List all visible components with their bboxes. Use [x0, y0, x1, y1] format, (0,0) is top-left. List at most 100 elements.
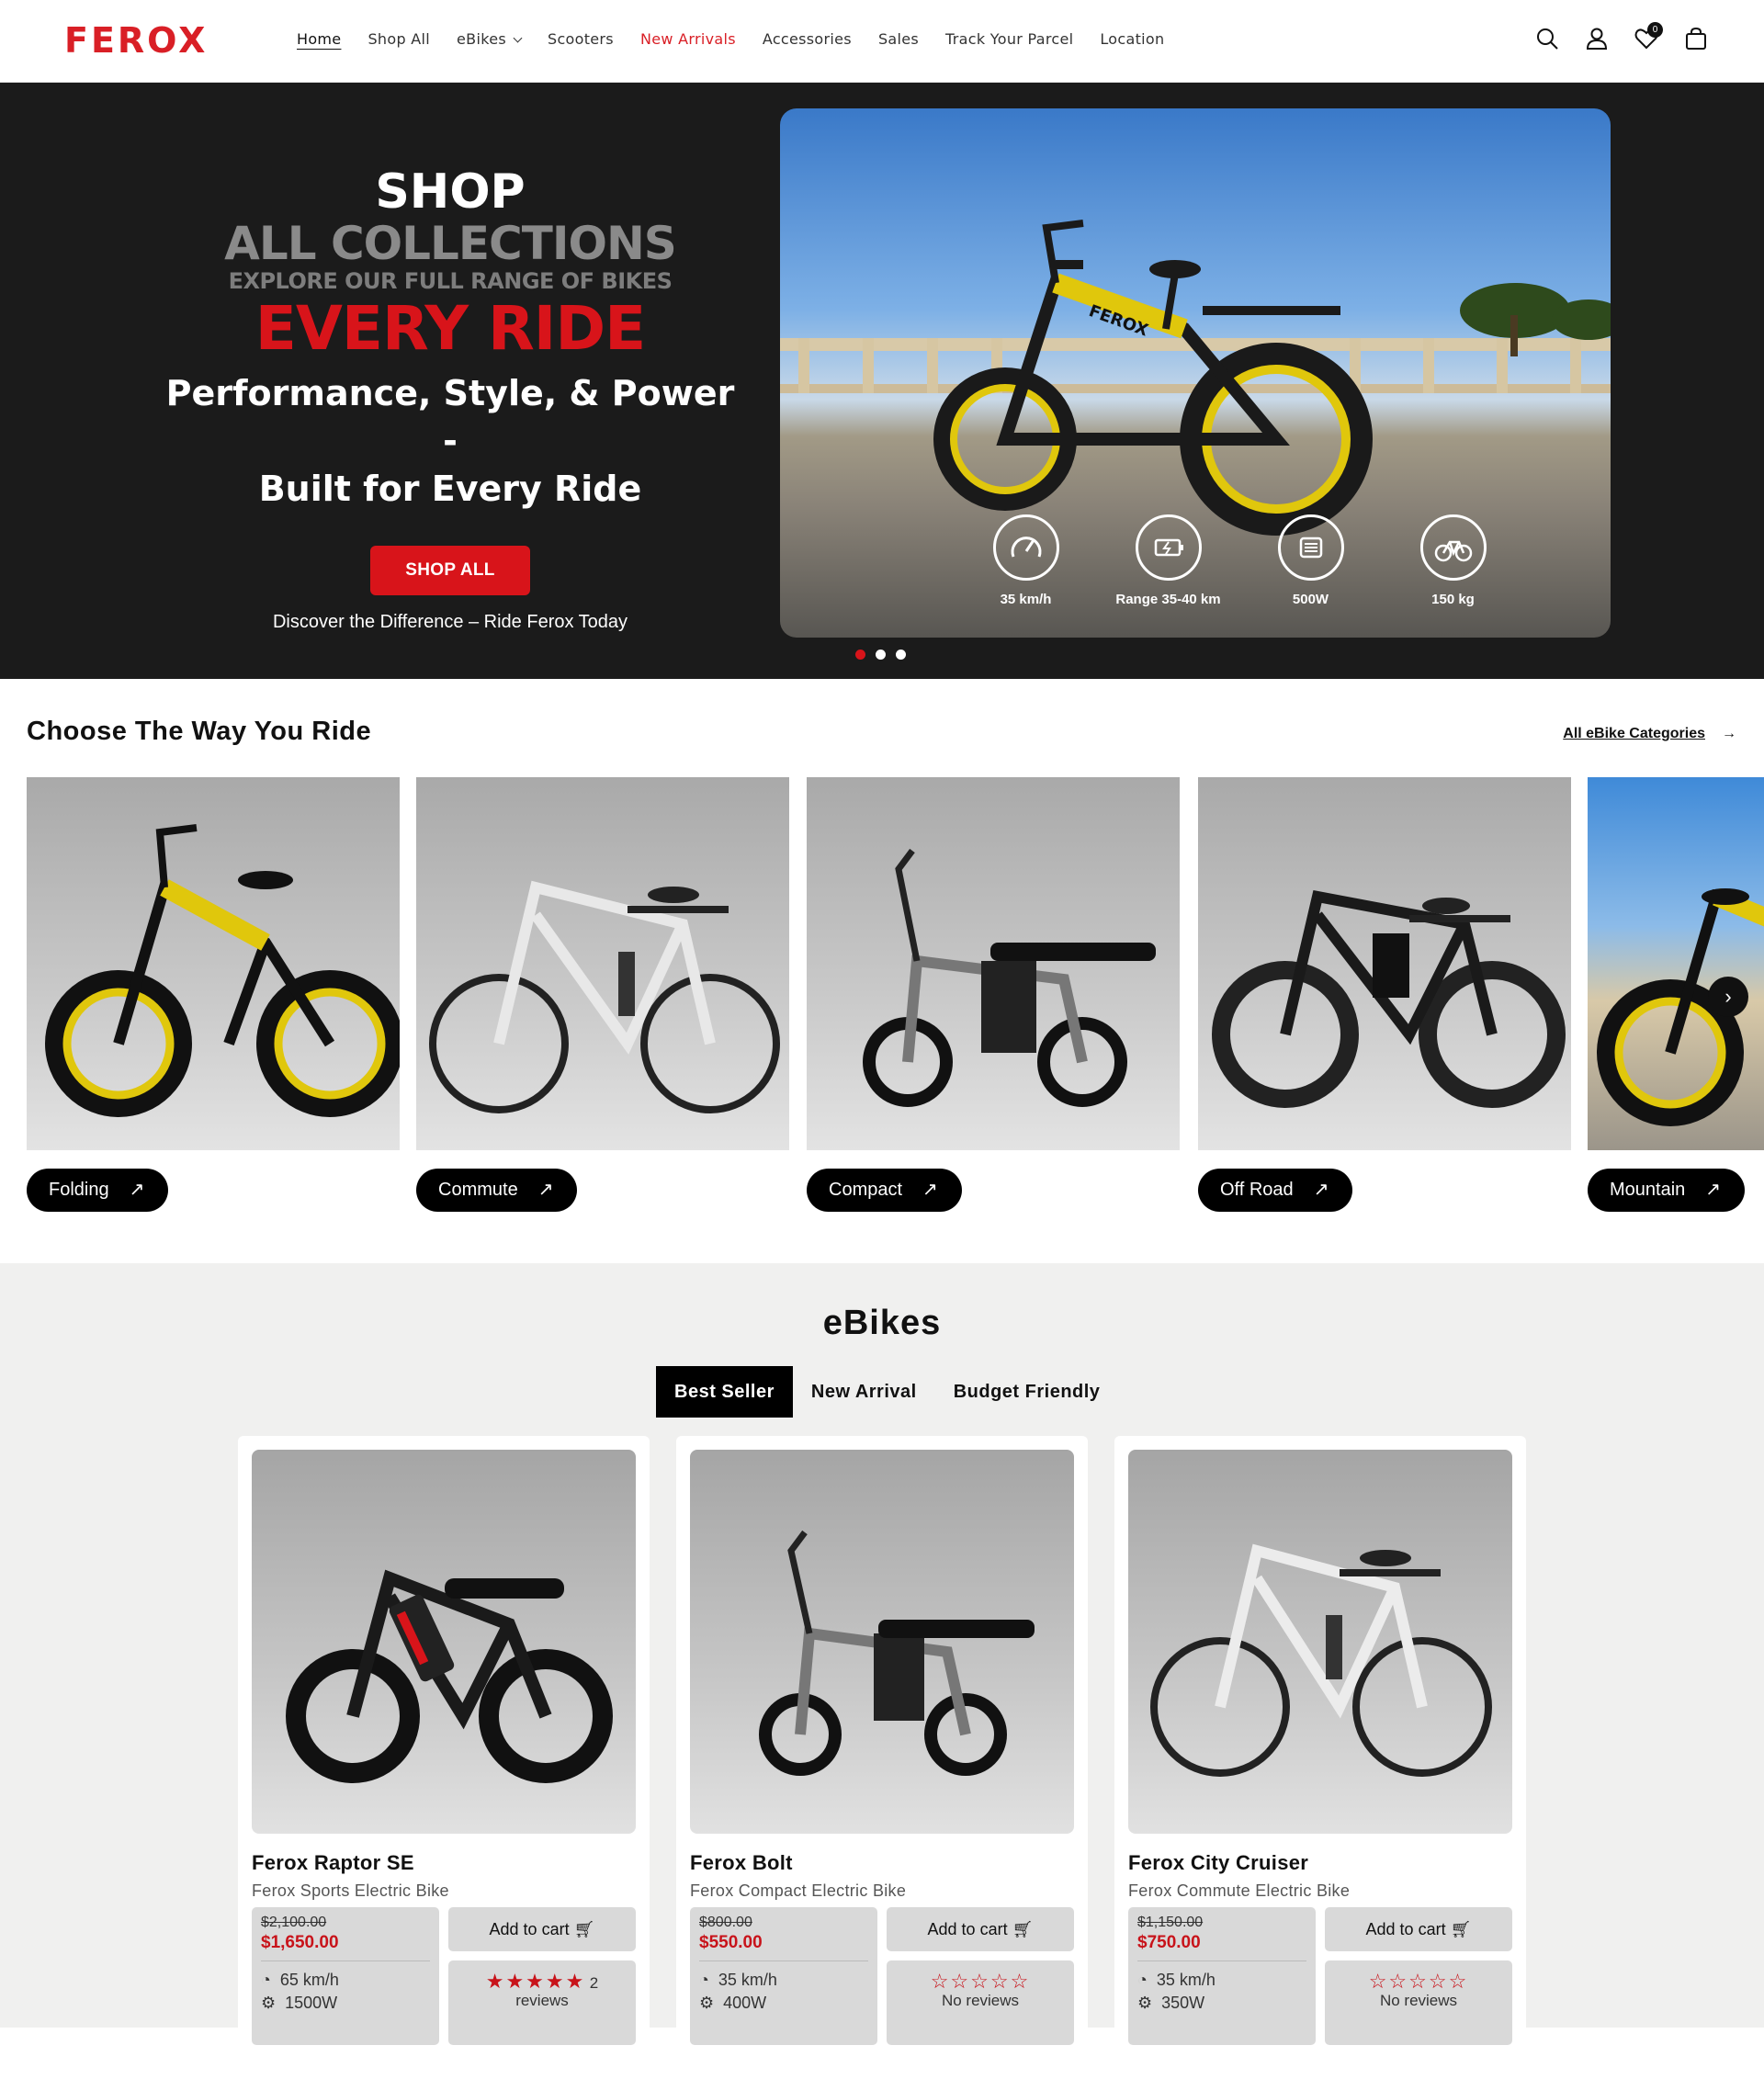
arrow-right-icon: → [1722, 726, 1736, 741]
carousel-dot-2[interactable] [876, 650, 886, 660]
category-pill-compact[interactable]: Compact ↗ [807, 1169, 962, 1212]
power-value: 400W [723, 1994, 767, 2012]
power-value: 1500W [285, 1994, 338, 2012]
product-name[interactable]: Ferox Bolt [690, 1851, 793, 1875]
hero-line-shop: SHOP [375, 164, 526, 220]
power-spec: ⚙ 350W [1137, 1994, 1306, 2013]
shop-all-button[interactable]: SHOP ALL [370, 546, 530, 595]
power-spec: ⚙ 400W [699, 1994, 868, 2013]
product-card-city-cruiser[interactable]: Ferox City Cruiser Ferox Commute Electri… [1114, 1436, 1526, 2079]
motor-icon: ⚙ [261, 1994, 277, 2012]
carousel-next-button[interactable]: › [1708, 977, 1748, 1017]
product-name[interactable]: Ferox City Cruiser [1128, 1851, 1308, 1875]
category-label: Off Road [1220, 1180, 1294, 1200]
category-pill-off-road[interactable]: Off Road ↗ [1198, 1169, 1353, 1212]
category-card-off-road[interactable]: Off Road ↗ [1198, 777, 1571, 1212]
product-card-raptor[interactable]: Ferox Raptor SE Ferox Sports Electric Bi… [238, 1436, 650, 2079]
power-value: 350W [1161, 1994, 1205, 2012]
sale-price: $550.00 [699, 1933, 763, 1952]
tab-best-seller[interactable]: Best Seller [656, 1366, 793, 1418]
add-to-cart-button[interactable]: Add to cart 🛒︎ [1325, 1907, 1512, 1951]
spec-range: Range 35-40 km [1097, 514, 1239, 607]
account-icon[interactable] [1584, 26, 1610, 51]
ferox-logo[interactable]: FEROX [64, 20, 208, 61]
carousel-dot-3[interactable] [896, 650, 906, 660]
category-card-folding[interactable]: Folding ↗ [27, 777, 400, 1212]
category-pill-commute[interactable]: Commute ↗ [416, 1169, 578, 1212]
review-label: No reviews [1379, 1992, 1458, 2009]
hero-banner: SHOP ALL COLLECTIONS EXPLORE OUR FULL RA… [0, 83, 1764, 679]
product-card-bolt[interactable]: Ferox Bolt Ferox Compact Electric Bike $… [676, 1436, 1088, 2079]
nav-home[interactable]: Home [297, 30, 341, 48]
product-subtitle: Ferox Commute Electric Bike [1128, 1881, 1351, 1900]
add-to-cart-button[interactable]: Add to cart 🛒︎ [887, 1907, 1074, 1951]
reviews-box[interactable]: ☆☆☆☆☆ No reviews [1325, 1960, 1512, 2045]
nav-track-parcel[interactable]: Track Your Parcel [945, 30, 1073, 48]
motor-icon: ⚙ [699, 1994, 715, 2012]
spec-power: 500W [1239, 514, 1382, 607]
speedometer-icon: ◔ [261, 1971, 271, 1989]
wishlist-heart-icon[interactable]: 0 [1634, 22, 1663, 51]
original-price: $1,150.00 [1137, 1915, 1204, 1930]
product-image[interactable] [690, 1450, 1074, 1834]
hero-bike-image: FEROX 35 km/h Range 35-40 km 500W 150 kg [780, 108, 1611, 638]
ebikes-title: eBikes [822, 1304, 942, 1342]
nav-accessories[interactable]: Accessories [763, 30, 852, 48]
cart-bag-icon[interactable] [1683, 26, 1709, 51]
nav-scooters[interactable]: Scooters [548, 30, 614, 48]
category-image-mountain [1588, 777, 1764, 1150]
add-to-cart-button[interactable]: Add to cart 🛒︎ [448, 1907, 636, 1951]
category-image-off-road [1198, 777, 1571, 1150]
hero-line-collections: ALL COLLECTIONS [224, 217, 677, 270]
carousel-dots [855, 650, 906, 660]
nav-shop-all[interactable]: Shop All [368, 30, 430, 48]
arrow-up-right-icon: ↗ [129, 1180, 145, 1200]
battery-range-icon [1135, 514, 1202, 581]
add-to-cart-label: Add to cart [927, 1920, 1008, 1938]
add-to-cart-label: Add to cart [1365, 1920, 1446, 1938]
categories-title: Choose The Way You Ride [27, 717, 372, 746]
hero-line-explore: EXPLORE OUR FULL RANGE OF BIKES [228, 268, 673, 294]
bicycle-icon [1419, 514, 1487, 581]
main-nav: Home Shop All eBikes Scooters New Arriva… [297, 30, 1191, 48]
rating-stars: ☆☆☆☆☆ [1368, 1970, 1469, 1993]
reviews-box[interactable]: ☆☆☆☆☆ No reviews [887, 1960, 1074, 2045]
category-card-commute[interactable]: Commute ↗ [416, 777, 789, 1212]
review-count: 2 [589, 1974, 599, 1992]
speed-value: 65 km/h [279, 1971, 339, 1989]
divider [699, 1960, 868, 1961]
motor-icon [1277, 514, 1344, 581]
hero-text-block: SHOP ALL COLLECTIONS EXPLORE OUR FULL RA… [165, 165, 735, 633]
product-name[interactable]: Ferox Raptor SE [252, 1851, 414, 1875]
category-card-compact[interactable]: Compact ↗ [807, 777, 1180, 1212]
search-icon[interactable] [1534, 26, 1560, 51]
speedometer-icon [992, 514, 1059, 581]
arrow-up-right-icon: ↗ [922, 1180, 938, 1200]
motor-icon: ⚙ [1137, 1994, 1153, 2012]
category-pill-mountain[interactable]: Mountain ↗ [1588, 1169, 1746, 1212]
category-image-folding [27, 777, 400, 1150]
nav-location[interactable]: Location [1100, 30, 1164, 48]
rating-stars: ☆☆☆☆☆ [930, 1970, 1031, 1993]
nav-new-arrivals[interactable]: New Arrivals [640, 30, 736, 48]
product-subtitle: Ferox Sports Electric Bike [252, 1881, 449, 1900]
rating-stars: ★★★★★ [485, 1970, 586, 1993]
product-image[interactable] [252, 1450, 636, 1834]
sale-price: $750.00 [1137, 1933, 1201, 1952]
wishlist-count-badge: 0 [1647, 22, 1663, 38]
original-price: $2,100.00 [261, 1915, 327, 1930]
hero-line-performance: Performance, Style, & Power - [165, 373, 735, 461]
product-image[interactable] [1128, 1450, 1512, 1834]
all-ebike-categories-link[interactable]: All eBike Categories → [1563, 726, 1736, 742]
nav-ebikes[interactable]: eBikes [457, 30, 523, 48]
carousel-dot-1[interactable] [855, 650, 865, 660]
category-pill-folding[interactable]: Folding ↗ [27, 1169, 169, 1212]
spec-speed-label: 35 km/h [1000, 592, 1052, 607]
reviews-box[interactable]: ★★★★★ 2 reviews [448, 1960, 636, 2045]
tab-new-arrival[interactable]: New Arrival [793, 1366, 935, 1418]
category-label: Folding [49, 1180, 109, 1200]
tab-budget-friendly[interactable]: Budget Friendly [935, 1366, 1119, 1418]
category-image-compact [807, 777, 1180, 1150]
spec-range-label: Range 35-40 km [1115, 592, 1221, 607]
nav-sales[interactable]: Sales [878, 30, 919, 48]
